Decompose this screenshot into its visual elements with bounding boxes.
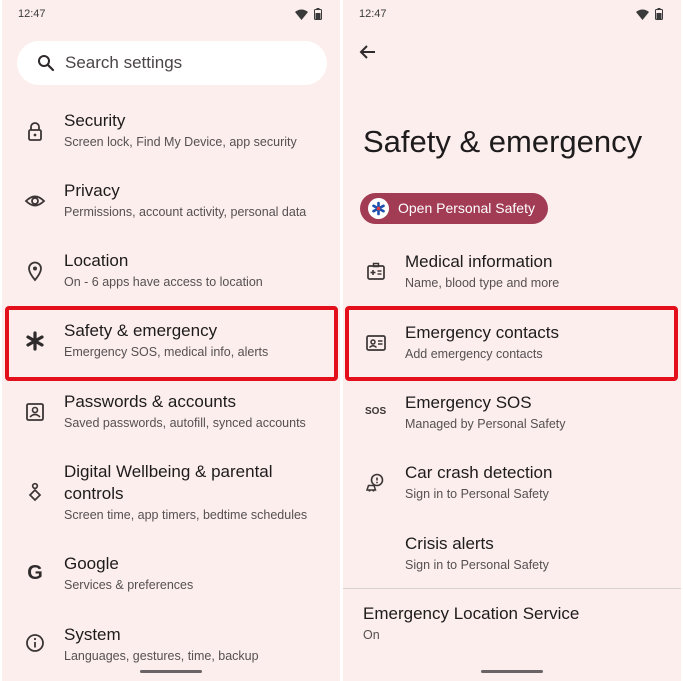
settings-item-title: Location bbox=[64, 251, 129, 270]
status-time: 12:47 bbox=[18, 8, 46, 20]
medical-info-icon bbox=[367, 262, 385, 280]
status-bar: 12:47 bbox=[2, 0, 340, 30]
wifi-icon bbox=[295, 9, 308, 20]
search-placeholder: Search settings bbox=[65, 53, 183, 72]
settings-item-subtitle: Sign in to Personal Safety bbox=[405, 487, 549, 501]
safety-emergency-panel: 12:47 Safety & emergency Open Personal S… bbox=[343, 0, 681, 681]
search-bar[interactable]: Search settings bbox=[17, 41, 327, 85]
eye-icon bbox=[24, 195, 46, 207]
settings-item-subtitle: On - 6 apps have access to location bbox=[64, 275, 263, 289]
settings-item-subtitle: Sign in to Personal Safety bbox=[405, 558, 549, 572]
highlight-box bbox=[345, 306, 678, 381]
settings-item-google[interactable]: G Google Services & preferences bbox=[2, 551, 340, 611]
settings-item-title: Google bbox=[64, 554, 119, 573]
settings-item-subtitle: Name, blood type and more bbox=[405, 276, 560, 290]
settings-item-privacy[interactable]: Privacy Permissions, account activity, p… bbox=[2, 178, 340, 238]
settings-item-subtitle: Saved passwords, autofill, synced accoun… bbox=[64, 416, 306, 430]
page-title: Safety & emergency bbox=[363, 124, 643, 159]
settings-item-passwords-accounts[interactable]: Passwords & accounts Saved passwords, au… bbox=[2, 389, 340, 449]
settings-item-digital-wellbeing[interactable]: Digital Wellbeing & parental controls Sc… bbox=[2, 459, 340, 539]
car-crash-icon bbox=[365, 473, 384, 492]
settings-item-emergency-location-service[interactable]: Emergency Location Service On bbox=[343, 601, 681, 661]
settings-item-medical-information[interactable]: Medical information Name, blood type and… bbox=[343, 249, 681, 309]
settings-item-title: Security bbox=[64, 111, 126, 130]
status-bar: 12:47 bbox=[343, 0, 681, 30]
battery-icon bbox=[314, 8, 322, 20]
settings-item-subtitle: Managed by Personal Safety bbox=[405, 417, 566, 431]
wellbeing-icon bbox=[28, 482, 42, 502]
search-icon bbox=[38, 55, 55, 72]
settings-item-title: Emergency SOS bbox=[405, 393, 532, 412]
open-personal-safety-button[interactable]: Open Personal Safety bbox=[360, 193, 548, 224]
settings-item-title: System bbox=[64, 625, 121, 644]
settings-item-title: Crisis alerts bbox=[405, 534, 494, 553]
google-g-icon: G bbox=[27, 562, 43, 584]
wifi-icon bbox=[636, 9, 649, 20]
highlight-box bbox=[5, 306, 338, 381]
settings-item-subtitle: Languages, gestures, time, backup bbox=[64, 649, 259, 663]
section-divider bbox=[343, 588, 681, 589]
settings-item-title: Passwords & accounts bbox=[64, 392, 236, 411]
account-box-icon bbox=[26, 403, 44, 421]
settings-item-subtitle: Permissions, account activity, personal … bbox=[64, 205, 307, 219]
settings-item-subtitle: Screen lock, Find My Device, app securit… bbox=[64, 135, 297, 149]
settings-item-title: Emergency Location Service bbox=[363, 604, 580, 623]
settings-item-subtitle: Screen time, app timers, bedtime schedul… bbox=[64, 508, 308, 522]
lock-icon bbox=[28, 122, 42, 141]
settings-item-title: Medical information bbox=[405, 252, 553, 271]
sos-icon: SOS bbox=[365, 406, 387, 417]
settings-item-crisis-alerts[interactable]: Crisis alerts Sign in to Personal Safety bbox=[343, 531, 681, 591]
settings-item-title-line1: Digital Wellbeing & parental bbox=[64, 462, 273, 481]
chip-label: Open Personal Safety bbox=[398, 200, 535, 216]
settings-item-title: Car crash detection bbox=[405, 463, 553, 482]
settings-item-title-line2: controls bbox=[64, 484, 124, 503]
battery-icon bbox=[655, 8, 663, 20]
settings-item-security[interactable]: Security Screen lock, Find My Device, ap… bbox=[2, 108, 340, 168]
personal-safety-icon bbox=[368, 198, 389, 219]
settings-item-location[interactable]: Location On - 6 apps have access to loca… bbox=[2, 248, 340, 308]
settings-item-car-crash-detection[interactable]: Car crash detection Sign in to Personal … bbox=[343, 460, 681, 520]
gesture-nav-bar[interactable] bbox=[140, 670, 202, 673]
settings-main-panel: 12:47 Search settings Security Screen lo… bbox=[2, 0, 340, 681]
back-arrow-icon[interactable] bbox=[357, 41, 379, 63]
status-time: 12:47 bbox=[359, 8, 387, 20]
settings-item-subtitle: Services & preferences bbox=[64, 578, 194, 592]
settings-item-subtitle: On bbox=[363, 628, 380, 642]
location-pin-icon bbox=[28, 261, 42, 282]
gesture-nav-bar[interactable] bbox=[481, 670, 543, 673]
info-icon bbox=[26, 634, 44, 652]
settings-item-title: Privacy bbox=[64, 181, 120, 200]
settings-item-emergency-sos[interactable]: SOS Emergency SOS Managed by Personal Sa… bbox=[343, 390, 681, 450]
